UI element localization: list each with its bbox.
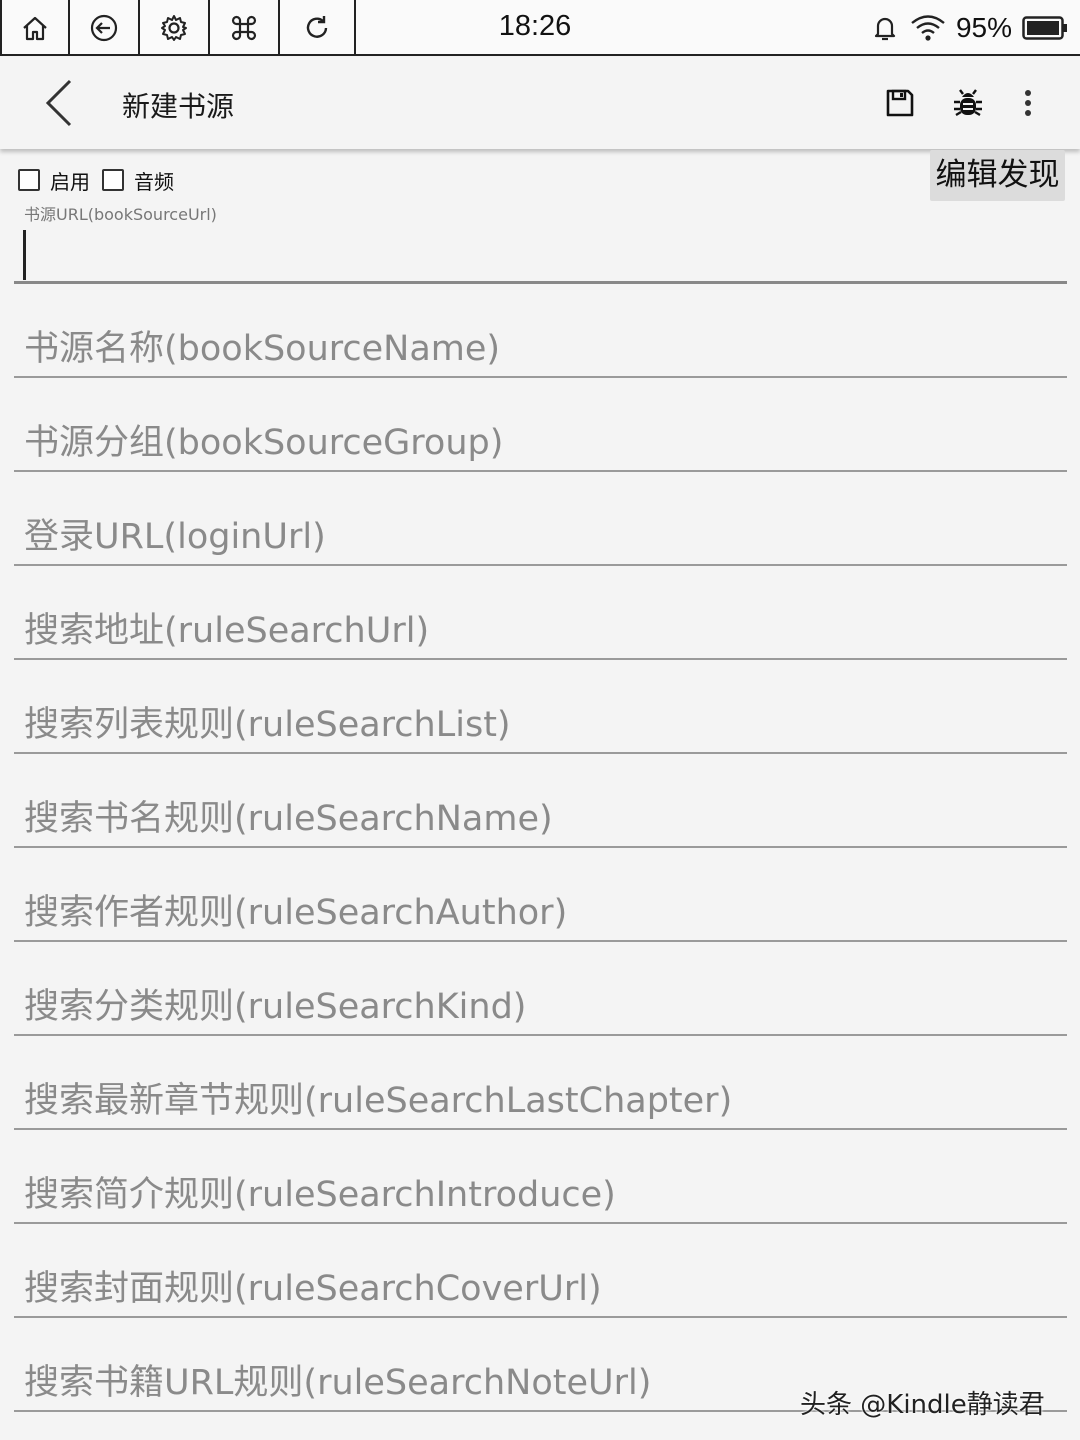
audio-checkbox[interactable] [102,169,124,191]
settings-button[interactable] [140,0,210,56]
back-system-button[interactable] [70,0,140,56]
rule-search-kind-input[interactable]: 搜索分类规则(ruleSearchKind) [14,976,1067,1036]
back-circle-icon [90,14,118,42]
back-button[interactable] [36,75,86,131]
wifi-icon [911,15,945,41]
status-indicators: 95% [870,0,1068,56]
field-placeholder: 搜索书名规则(ruleSearchName) [24,799,553,839]
chevron-left-icon [45,79,72,127]
book-source-name-input[interactable]: 书源名称(bookSourceName) [14,318,1067,378]
rule-search-url-input[interactable]: 搜索地址(ruleSearchUrl) [14,600,1067,660]
field-placeholder: 搜索分类规则(ruleSearchKind) [24,987,527,1027]
bug-icon [954,89,982,117]
edit-discover-button[interactable]: 编辑发现 [930,150,1065,201]
field-placeholder: 搜索地址(ruleSearchUrl) [24,611,430,651]
rule-search-list-input[interactable]: 搜索列表规则(ruleSearchList) [14,694,1067,754]
command-icon [231,15,257,41]
app-toolbar: 新建书源 [0,57,1080,149]
battery-percentage: 95% [955,12,1012,43]
text-cursor [23,230,26,280]
field-placeholder: 搜索书籍URL规则(ruleSearchNoteUrl) [24,1363,652,1403]
options-row: 启用 音频 [18,166,186,194]
clock: 18:26 [498,10,572,42]
settings-icon [161,15,187,41]
rule-search-last-chapter-input[interactable]: 搜索最新章节规则(ruleSearchLastChapter) [14,1070,1067,1130]
command-button[interactable] [210,0,280,56]
field-placeholder: 书源分组(bookSourceGroup) [24,423,504,463]
more-vert-icon [1025,90,1031,116]
field-placeholder: 搜索最新章节规则(ruleSearchLastChapter) [24,1081,733,1121]
home-icon [23,16,47,41]
enable-label: 启用 [50,169,90,194]
overflow-menu-button[interactable] [1010,85,1046,121]
rule-search-cover-url-input[interactable]: 搜索封面规则(ruleSearchCoverUrl) [14,1258,1067,1318]
watermark: 头条 @Kindle静读君 [800,1390,1045,1420]
refresh-icon [306,16,328,38]
login-url-input[interactable]: 登录URL(loginUrl) [14,506,1067,566]
book-source-url-label: 书源URL(bookSourceUrl) [24,205,217,224]
field-placeholder: 书源名称(bookSourceName) [24,329,501,369]
save-button[interactable] [882,85,918,121]
save-icon [886,89,914,117]
field-placeholder: 搜索列表规则(ruleSearchList) [24,705,511,745]
bell-icon [874,17,896,41]
home-button[interactable] [0,0,70,56]
field-placeholder: 登录URL(loginUrl) [24,517,326,557]
rule-search-name-input[interactable]: 搜索书名规则(ruleSearchName) [14,788,1067,848]
enable-checkbox[interactable] [18,169,40,191]
status-bar: 18:26 95% [0,0,1080,56]
rule-search-introduce-input[interactable]: 搜索简介规则(ruleSearchIntroduce) [14,1164,1067,1224]
field-placeholder: 搜索作者规则(ruleSearchAuthor) [24,893,568,933]
field-placeholder: 搜索简介规则(ruleSearchIntroduce) [24,1175,616,1215]
book-source-group-input[interactable]: 书源分组(bookSourceGroup) [14,412,1067,472]
refresh-button[interactable] [280,0,356,56]
field-placeholder: 搜索封面规则(ruleSearchCoverUrl) [24,1269,602,1309]
page-title: 新建书源 [122,90,235,123]
book-source-url-input[interactable] [14,224,1067,284]
debug-button[interactable] [950,85,986,121]
battery-icon [1022,16,1067,40]
audio-label: 音频 [134,169,174,194]
rule-search-author-input[interactable]: 搜索作者规则(ruleSearchAuthor) [14,882,1067,942]
